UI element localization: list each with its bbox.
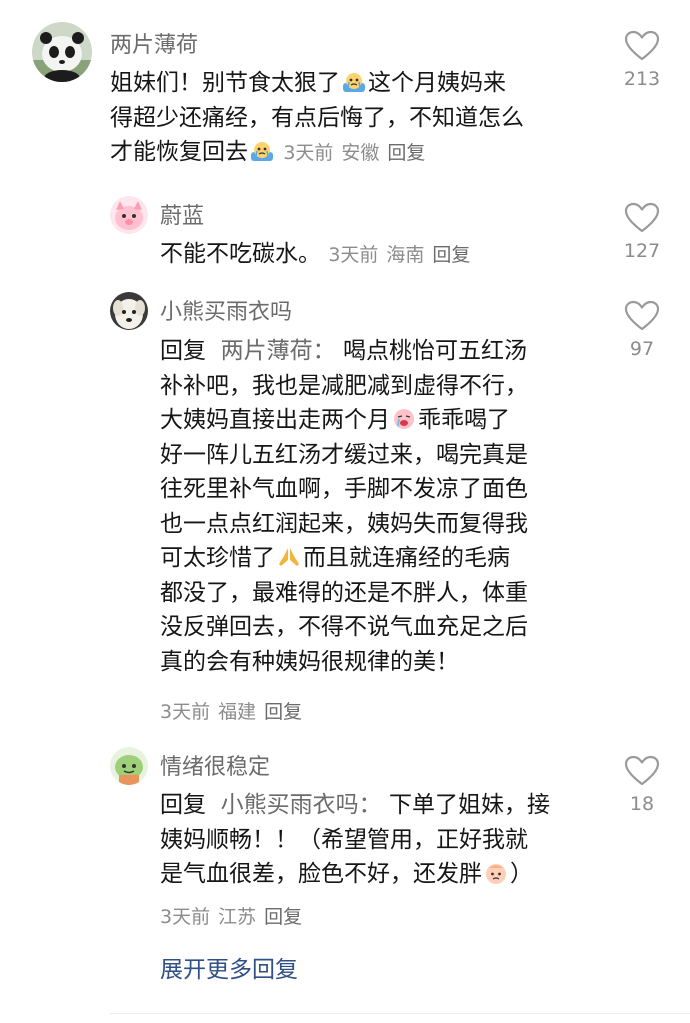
reply-prefix: 回复: [160, 338, 206, 364]
username[interactable]: 蔚蓝: [160, 198, 204, 230]
username[interactable]: 两片薄荷: [110, 27, 198, 59]
crying-emoji-icon: [342, 69, 366, 92]
comment-meta: 3天前 海南 回复: [328, 244, 470, 266]
folded-hands-icon: [277, 544, 301, 566]
avatar[interactable]: [110, 747, 148, 785]
like-count: 213: [623, 68, 661, 90]
like-button[interactable]: 213: [612, 30, 672, 90]
comment-meta: 3天前 江苏 回复: [160, 902, 302, 929]
heart-icon: [624, 202, 660, 233]
comment-location: 海南: [386, 244, 425, 266]
avatar[interactable]: [110, 196, 148, 234]
comment-location: 江苏: [218, 906, 257, 928]
avatar[interactable]: [32, 22, 92, 82]
comment-text: 回复 两片薄荷： 喝点桃怡可五红汤 补补吧，我也是减肥减到虚得不行， 大姨妈直接…: [160, 338, 528, 675]
like-button[interactable]: 18: [612, 755, 672, 815]
comment-text: 回复 小熊买雨衣吗： 下单了姐妹，接 姨妈顺畅！！（希望管用，正好我就 是气血很…: [160, 792, 550, 887]
comment-text: 不能不吃碳水。 3天前 海南 回复: [160, 241, 471, 267]
comment-meta: 3天前 安徽 回复: [283, 142, 425, 164]
crying-emoji-icon: [250, 138, 274, 161]
reply-target-username[interactable]: 两片薄荷：: [221, 338, 336, 364]
comment-time: 3天前: [328, 244, 379, 266]
comment-location: 安徽: [341, 142, 380, 164]
like-count: 18: [629, 793, 655, 815]
comment-meta: 3天前 福建 回复: [160, 697, 302, 724]
divider: [110, 1013, 690, 1014]
like-count: 127: [623, 240, 661, 262]
reply-button[interactable]: 回复: [264, 701, 302, 723]
reply-target-username[interactable]: 小熊买雨衣吗：: [221, 792, 382, 818]
comment-time: 3天前: [160, 906, 211, 928]
comment-time: 3天前: [283, 142, 334, 164]
sad-face-icon: [484, 860, 508, 884]
like-button[interactable]: 97: [612, 300, 672, 360]
expand-more-replies-link[interactable]: 展开更多回复: [160, 950, 298, 984]
comment-text: 姐妹们！别节食太狠了 这个月姨妈来 得超少还痛经，有点后悔了，不知道怎么 才能恢复…: [110, 69, 524, 165]
reply-button[interactable]: 回复: [387, 142, 425, 164]
heart-icon: [624, 755, 660, 786]
crying-face-icon: [392, 406, 416, 429]
heart-icon: [624, 300, 660, 331]
heart-icon: [624, 30, 660, 61]
like-count: 97: [629, 338, 655, 360]
comment-time: 3天前: [160, 701, 211, 723]
avatar[interactable]: [110, 292, 148, 330]
reply-button[interactable]: 回复: [432, 244, 470, 266]
comment-location: 福建: [218, 701, 257, 723]
reply-prefix: 回复: [160, 792, 206, 818]
username[interactable]: 小熊买雨衣吗: [160, 294, 292, 326]
username[interactable]: 情绪很稳定: [160, 749, 270, 781]
reply-button[interactable]: 回复: [264, 906, 302, 928]
like-button[interactable]: 127: [612, 202, 672, 262]
